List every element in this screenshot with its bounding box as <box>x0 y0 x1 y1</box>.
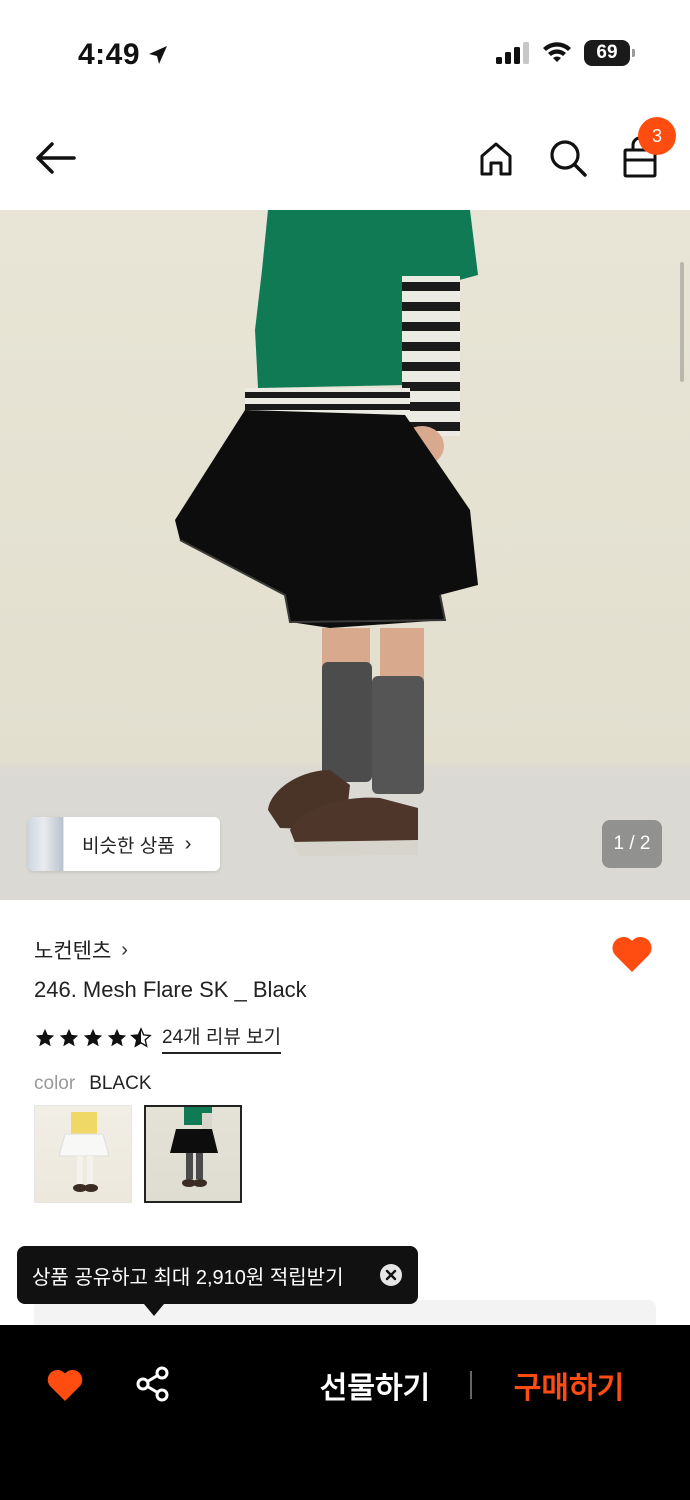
wishlist-heart-icon[interactable] <box>610 934 654 974</box>
half-star-icon <box>130 1027 152 1048</box>
bottom-action-bar: 선물하기 구매하기 <box>0 1325 690 1500</box>
chevron-right-icon: › <box>121 938 128 961</box>
similar-products-thumbnail <box>28 817 64 871</box>
product-title: 246. Mesh Flare SK _ Black <box>34 977 307 1002</box>
rating-row: 24개 리뷰 보기 <box>34 1022 282 1054</box>
chevron-right-icon: › <box>184 832 192 855</box>
color-row: color BLACK <box>34 1073 152 1095</box>
search-icon[interactable] <box>546 136 590 180</box>
buy-button[interactable]: 구매하기 <box>494 1361 644 1409</box>
share-icon[interactable] <box>134 1365 172 1403</box>
share-reward-text: 상품 공유하고 최대 2,910원 적립받기 <box>32 1266 344 1289</box>
swatch-image-black <box>170 1107 218 1187</box>
brand-link[interactable]: 노컨텐츠 › <box>34 935 128 965</box>
like-heart-icon[interactable] <box>46 1367 84 1403</box>
reviews-link[interactable]: 24개 리뷰 보기 <box>162 1022 282 1054</box>
image-page-indicator: 1 / 2 <box>602 820 662 868</box>
location-arrow-icon <box>149 46 168 64</box>
top-nav <box>0 110 690 210</box>
wifi-icon <box>543 42 571 62</box>
status-icons: 69 <box>496 40 635 66</box>
status-time: 4:49 <box>78 38 170 72</box>
share-reward-tooltip: 상품 공유하고 최대 2,910원 적립받기 <box>17 1246 418 1316</box>
status-bar: 4:49 69 <box>0 0 690 110</box>
brand-name: 노컨텐츠 <box>34 940 112 963</box>
star-icon <box>83 1028 103 1047</box>
color-swatches <box>34 1105 242 1203</box>
gift-button[interactable]: 선물하기 <box>300 1361 450 1409</box>
rating-stars <box>34 1027 152 1049</box>
battery-level: 69 <box>596 42 618 63</box>
similar-products-label: 비슷한 상품 <box>82 835 175 857</box>
color-label: color <box>34 1073 76 1094</box>
striped-sleeve <box>402 276 460 436</box>
battery-indicator: 69 <box>584 40 635 66</box>
close-icon[interactable] <box>380 1264 402 1286</box>
swatch-image-white <box>58 1112 110 1192</box>
star-icon <box>107 1028 127 1047</box>
color-swatch-black[interactable] <box>144 1105 242 1203</box>
color-value: BLACK <box>89 1073 152 1094</box>
product-image-gallery[interactable]: 비슷한 상품 › 1 / 2 <box>0 210 690 900</box>
star-icon <box>59 1028 79 1047</box>
image-page-text: 1 / 2 <box>613 833 651 854</box>
back-arrow-icon[interactable] <box>30 138 80 178</box>
cart-count-badge: 3 <box>638 117 676 155</box>
cart-count: 3 <box>651 125 662 146</box>
status-time-text: 4:49 <box>78 38 141 71</box>
home-icon[interactable] <box>474 136 518 180</box>
star-icon <box>35 1028 55 1047</box>
color-swatch-white[interactable] <box>34 1105 132 1203</box>
scroll-indicator <box>680 262 684 382</box>
product-photo <box>0 210 690 900</box>
bottom-bar-divider <box>470 1371 472 1399</box>
similar-products-button[interactable]: 비슷한 상품 › <box>28 817 220 871</box>
cellular-signal-icon <box>496 42 529 64</box>
